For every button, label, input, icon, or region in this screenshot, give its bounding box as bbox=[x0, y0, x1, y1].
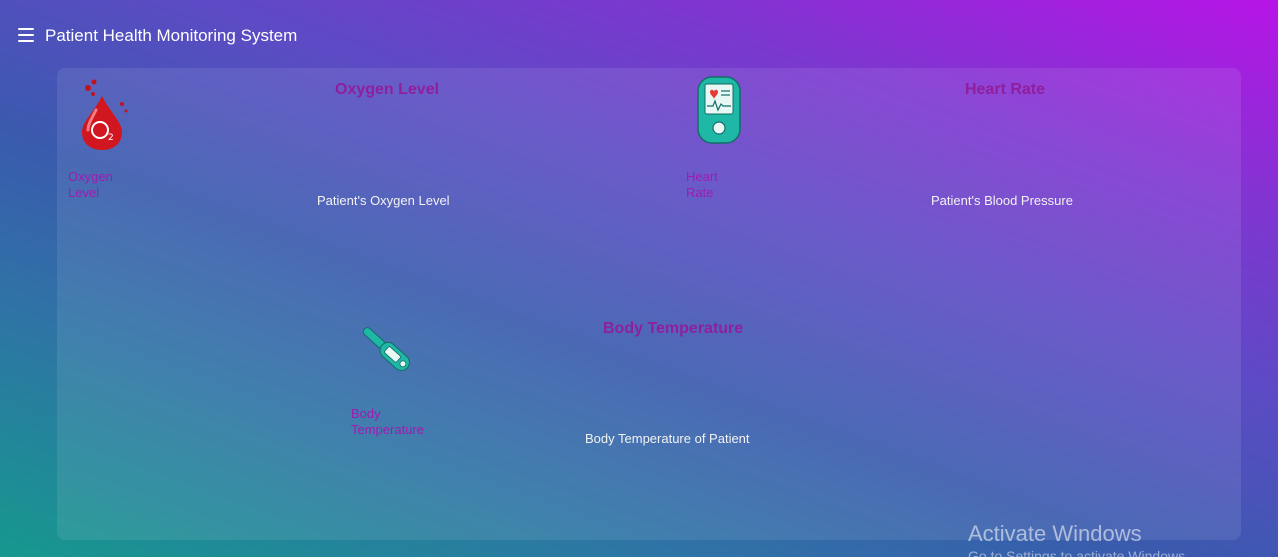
top-bar: Patient Health Monitoring System bbox=[0, 0, 1278, 70]
oxygen-level-tile-label: Oxygen Level bbox=[68, 169, 113, 200]
body-temperature-description: Body Temperature of Patient bbox=[585, 431, 750, 446]
oxygen-level-heading: Oxygen Level bbox=[335, 81, 440, 98]
body-temperature-tile-label: Body Temperature bbox=[351, 406, 424, 437]
oxygen-level-description: Patient's Oxygen Level bbox=[317, 193, 450, 208]
heart-rate-tile-label: Heart Rate bbox=[686, 169, 718, 200]
oxygen-blood-drop-icon[interactable]: 2 bbox=[74, 74, 134, 152]
app-title: Patient Health Monitoring System bbox=[45, 26, 298, 45]
heart-rate-heading: Heart Rate bbox=[965, 81, 1046, 98]
svg-text:2: 2 bbox=[108, 133, 114, 143]
heart-rate-description: Patient's Blood Pressure bbox=[931, 193, 1073, 208]
activate-windows-watermark: Activate Windows bbox=[968, 521, 1142, 546]
dashboard-panel bbox=[57, 68, 1241, 540]
thermometer-icon[interactable] bbox=[355, 316, 421, 382]
heart-rate-monitor-icon[interactable] bbox=[697, 76, 741, 144]
body-temperature-heading: Body Temperature bbox=[603, 320, 744, 337]
activate-windows-subtitle: Go to Settings to activate Windows. bbox=[968, 548, 1189, 557]
hamburger-menu-icon[interactable] bbox=[18, 28, 34, 42]
